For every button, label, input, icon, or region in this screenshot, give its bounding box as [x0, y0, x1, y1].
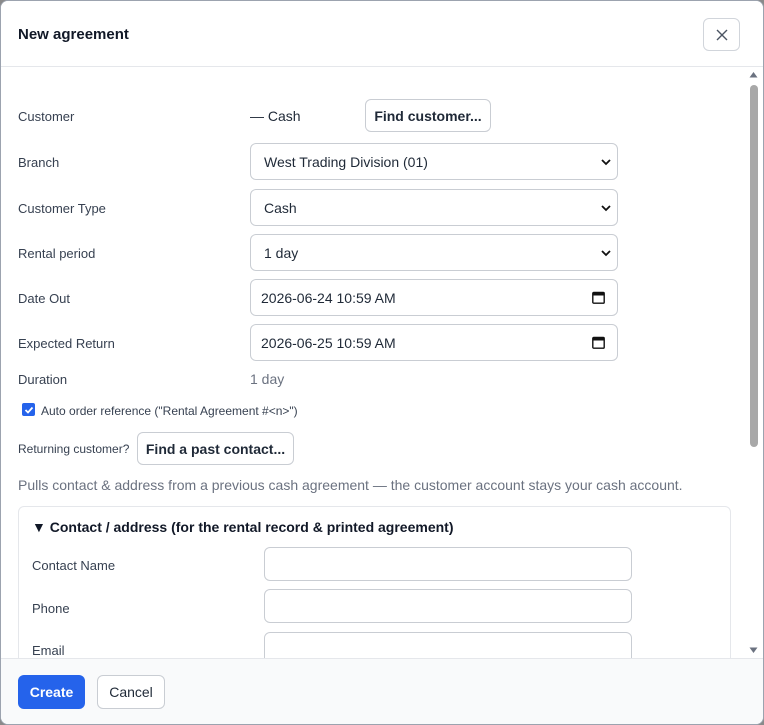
expected-return-input[interactable]: 2026-06-25 10:59 AM — [250, 324, 618, 361]
dialog-body: Customer — Cash Find customer... Branch … — [1, 68, 763, 658]
expected-return-label: Expected Return — [18, 336, 115, 351]
customer-type-label: Customer Type — [18, 201, 106, 216]
email-label: Email — [32, 643, 65, 658]
rental-period-label: Rental period — [18, 246, 96, 261]
calendar-icon[interactable] — [592, 336, 605, 349]
cancel-button[interactable]: Cancel — [97, 675, 165, 709]
create-button[interactable]: Create — [18, 675, 85, 709]
chevron-down-icon — [601, 159, 611, 166]
customer-type-value: Cash — [264, 199, 297, 216]
dialog-title: New agreement — [18, 26, 129, 43]
find-customer-button[interactable]: Find customer... — [365, 99, 491, 132]
rental-period-select[interactable]: 1 day — [250, 234, 618, 271]
duration-value: 1 day — [250, 371, 285, 387]
contact-section-toggle[interactable]: ▼ Contact / address (for the rental reco… — [32, 519, 454, 535]
close-icon — [716, 29, 727, 40]
new-agreement-dialog: New agreement Customer — Cash Find custo… — [0, 0, 764, 725]
branch-label: Branch — [18, 155, 60, 170]
contact-address-section: ▼ Contact / address (for the rental reco… — [18, 506, 731, 658]
returning-customer-label: Returning customer? — [18, 442, 130, 456]
expected-return-value: 2026-06-25 10:59 AM — [261, 334, 396, 351]
contact-name-input[interactable] — [264, 547, 632, 581]
customer-label: Customer — [18, 109, 75, 124]
auto-order-label: Auto order reference ("Rental Agreement … — [41, 404, 298, 418]
duration-label: Duration — [18, 372, 68, 387]
scrollbar[interactable] — [746, 68, 761, 658]
rental-period-value: 1 day — [264, 244, 299, 261]
checkmark-icon — [24, 406, 33, 414]
branch-select[interactable]: West Trading Division (01) — [250, 143, 618, 180]
date-out-label: Date Out — [18, 291, 71, 306]
find-past-contact-button[interactable]: Find a past contact... — [137, 432, 294, 465]
chevron-down-icon — [601, 205, 611, 212]
calendar-icon[interactable] — [592, 291, 605, 304]
phone-label: Phone — [32, 601, 70, 616]
close-button[interactable] — [703, 18, 740, 51]
dialog-footer: Create Cancel — [1, 658, 763, 724]
scrollbar-thumb[interactable] — [750, 85, 758, 447]
chevron-down-icon — [601, 250, 611, 257]
dialog-header: New agreement — [1, 1, 763, 67]
customer-value: — Cash — [250, 108, 301, 124]
date-out-value: 2026-06-24 10:59 AM — [261, 289, 396, 306]
date-out-input[interactable]: 2026-06-24 10:59 AM — [250, 279, 618, 316]
contact-name-label: Contact Name — [32, 558, 116, 573]
scroll-up-icon[interactable] — [749, 71, 758, 78]
auto-order-checkbox[interactable] — [22, 403, 35, 416]
email-input[interactable] — [264, 632, 632, 658]
branch-select-value: West Trading Division (01) — [264, 153, 428, 170]
hint-text: Pulls contact & address from a previous … — [18, 477, 683, 493]
phone-input[interactable] — [264, 589, 632, 623]
scroll-down-icon[interactable] — [749, 647, 758, 654]
customer-type-select[interactable]: Cash — [250, 189, 618, 226]
